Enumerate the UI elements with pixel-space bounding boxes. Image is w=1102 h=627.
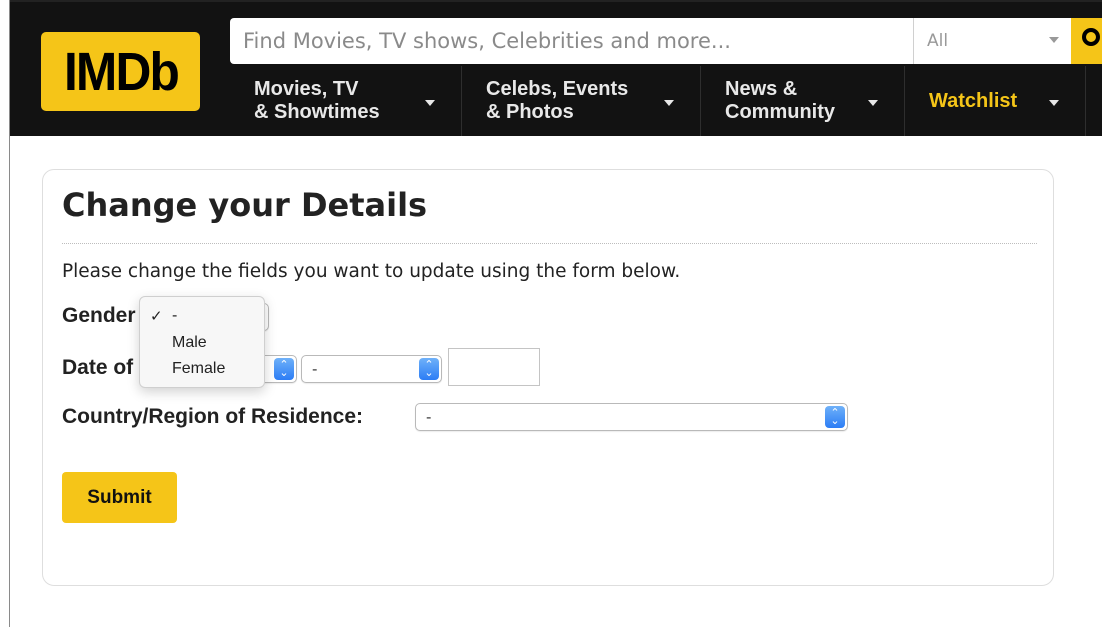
search-category-select[interactable]: All [913, 18, 1071, 64]
gender-label: Gender [62, 304, 136, 327]
dob-label: Date of [62, 356, 134, 379]
submit-button[interactable]: Submit [62, 472, 177, 523]
imdb-logo[interactable]: IMDb [41, 32, 200, 111]
country-label: Country/Region of Residence: [62, 405, 364, 428]
nav-watchlist[interactable]: Watchlist [905, 66, 1086, 136]
title-divider [62, 243, 1037, 244]
chevron-down-icon [1049, 37, 1059, 43]
site-header: IMDb All Movies, TV & Showtimes Celebs, … [10, 2, 1102, 136]
nav-news-community[interactable]: News & Community [701, 66, 905, 136]
nav-movies-tv-showtimes[interactable]: Movies, TV & Showtimes [230, 66, 462, 136]
nav-label: Movies, TV & Showtimes [254, 78, 380, 123]
gender-option-none[interactable]: - [140, 307, 266, 325]
stepper-icon: ⌃ ⌄ [825, 406, 845, 428]
nav-label: News & Community [725, 78, 835, 123]
main-nav: Movies, TV & Showtimes Celebs, Events & … [230, 66, 1086, 136]
stepper-icon: ⌃ ⌄ [274, 358, 294, 380]
stepper-icon: ⌃ ⌄ [419, 358, 439, 380]
country-value: - [426, 408, 432, 426]
gender-option-female[interactable]: Female [140, 360, 266, 378]
chevron-down-icon [664, 100, 674, 106]
page-title: Change your Details [62, 186, 428, 224]
search-input[interactable] [243, 29, 913, 53]
dob-month-value: - [312, 360, 318, 378]
nav-label: Celebs, Events & Photos [486, 78, 629, 123]
country-select[interactable]: - ⌃ ⌄ [415, 403, 848, 431]
dob-month-select[interactable]: - ⌃ ⌄ [301, 355, 442, 383]
gender-option-male[interactable]: Male [140, 334, 266, 352]
nav-label: Watchlist [929, 89, 1018, 112]
form-instructions: Please change the fields you want to upd… [62, 261, 681, 282]
gender-dropdown-menu: ✓ - Male Female [139, 296, 265, 388]
dob-year-input[interactable] [448, 348, 540, 386]
search-button[interactable] [1071, 18, 1102, 64]
chevron-down-icon [868, 100, 878, 106]
search-box[interactable] [230, 18, 913, 64]
chevron-down-icon [1049, 100, 1059, 106]
chevron-down-icon [425, 100, 435, 106]
logo-text: IMDb [63, 41, 179, 102]
search-category-label: All [927, 31, 949, 51]
search-icon [1082, 28, 1100, 46]
nav-celebs-events-photos[interactable]: Celebs, Events & Photos [462, 66, 701, 136]
